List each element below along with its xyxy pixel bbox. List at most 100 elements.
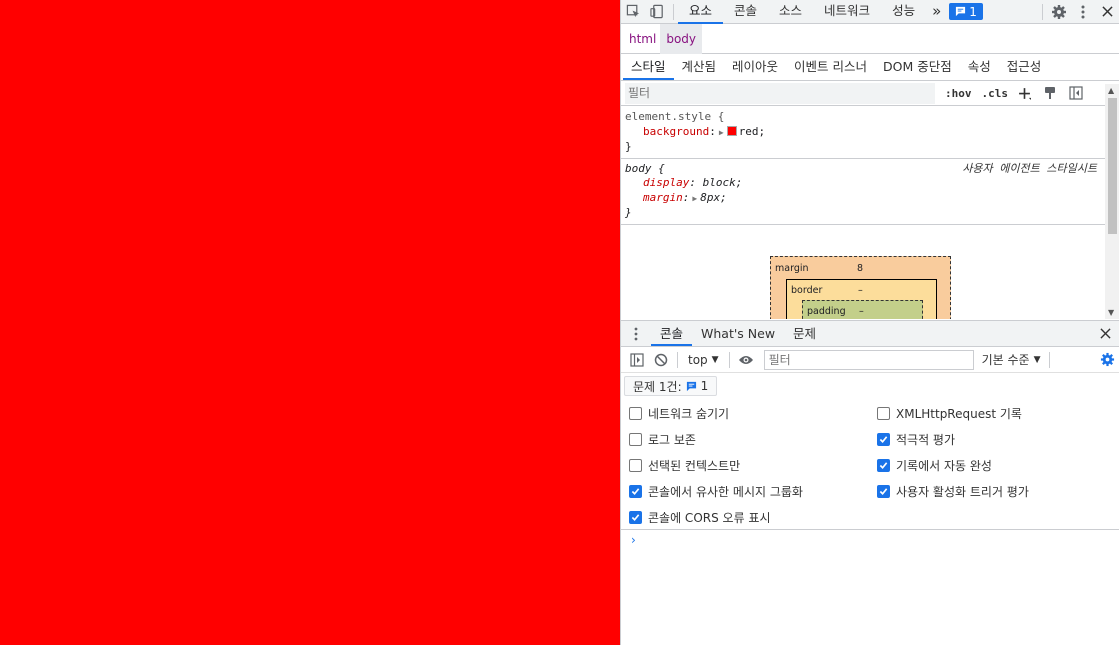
console-settings: 네트워크 숨기기 로그 보존 선택된 컨텍스트만 콘솔에서 유사한 메시지 그룹… xyxy=(621,400,1119,530)
checkbox-box[interactable] xyxy=(629,458,642,472)
context-selector[interactable]: top ▼ xyxy=(682,353,725,367)
tab-properties[interactable]: 속성 xyxy=(960,54,999,80)
styles-scrollbar[interactable]: ▲ ▼ xyxy=(1105,84,1119,319)
checkbox-autocomplete-history[interactable]: 기록에서 자동 완성 xyxy=(877,455,992,475)
toolbar-divider xyxy=(728,351,730,368)
border-value[interactable]: – xyxy=(858,285,863,296)
checkbox-box[interactable] xyxy=(877,484,890,498)
checkbox-log-xhr[interactable]: XMLHttpRequest 기록 xyxy=(877,403,1022,423)
console-prompt[interactable]: › xyxy=(631,533,636,547)
checkbox-box[interactable] xyxy=(877,406,890,420)
checkbox-eager-evaluation[interactable]: 적극적 평가 xyxy=(877,429,955,449)
cls-toggle[interactable]: .cls xyxy=(982,87,1009,100)
devtools-panel: 요소 콘솔 소스 네트워크 성능 » 1 html body 스타일 계산됨 레… xyxy=(620,0,1119,645)
message-icon xyxy=(686,381,696,391)
tab-event-listeners[interactable]: 이벤트 리스너 xyxy=(786,54,875,80)
box-model-border[interactable]: border – padding – xyxy=(786,279,937,319)
css-property[interactable]: background xyxy=(643,125,709,138)
clear-console-icon[interactable] xyxy=(649,348,673,372)
dom-breadcrumb: html body xyxy=(621,23,1119,54)
drawer-tab-whats-new[interactable]: What's New xyxy=(692,321,784,346)
drawer-tabs: 콘솔 What's New 문제 xyxy=(621,320,1119,347)
margin-value[interactable]: 8 xyxy=(857,263,863,274)
console-settings-gear-icon[interactable] xyxy=(1095,348,1119,372)
breadcrumb-body[interactable]: body xyxy=(660,23,703,54)
scroll-down-icon[interactable]: ▼ xyxy=(1108,308,1114,317)
tab-dom-breakpoints[interactable]: DOM 중단점 xyxy=(875,54,960,80)
checkbox-box[interactable] xyxy=(629,484,642,498)
checkbox-hide-network[interactable]: 네트워크 숨기기 xyxy=(629,403,729,423)
live-expression-eye-icon[interactable] xyxy=(734,348,758,372)
box-model-diagram: margin 8 border – padding – xyxy=(770,256,951,319)
toggle-sidebar-icon[interactable] xyxy=(1066,83,1086,103)
tab-accessibility[interactable]: 접근성 xyxy=(999,54,1050,80)
checkbox-preserve-log[interactable]: 로그 보존 xyxy=(629,429,696,449)
styles-filter-input[interactable] xyxy=(625,82,935,104)
checkbox-box[interactable] xyxy=(629,432,642,446)
border-label: border xyxy=(791,285,823,296)
tab-sources[interactable]: 소스 xyxy=(768,0,813,24)
checkbox-show-cors-errors[interactable]: 콘솔에 CORS 오류 표시 xyxy=(629,507,771,527)
show-sidebar-icon[interactable] xyxy=(625,348,649,372)
css-property: display xyxy=(643,176,690,189)
rule-close-brace: } xyxy=(625,206,632,219)
checkbox-label: 사용자 활성화 트리거 평가 xyxy=(896,484,1029,499)
elements-subtabs: 스타일 계산됨 레이아웃 이벤트 리스너 DOM 중단점 속성 접근성 xyxy=(621,54,1119,81)
issues-label: 문제 1건: xyxy=(633,379,682,394)
drawer-tab-console[interactable]: 콘솔 xyxy=(651,321,693,346)
css-value: 8px; xyxy=(700,190,727,204)
issues-count: 1 xyxy=(969,4,977,19)
device-toolbar-icon[interactable] xyxy=(645,0,669,24)
kebab-menu-icon[interactable] xyxy=(1071,0,1095,24)
tab-performance[interactable]: 성능 xyxy=(881,0,926,24)
tab-console[interactable]: 콘솔 xyxy=(723,0,768,24)
close-devtools-icon[interactable] xyxy=(1095,0,1119,24)
console-filter-input[interactable] xyxy=(763,349,974,370)
drawer-menu-icon[interactable] xyxy=(621,321,651,346)
paint-brush-icon[interactable] xyxy=(1040,83,1060,103)
context-value: top xyxy=(688,352,708,367)
checkbox-label: 네트워크 숨기기 xyxy=(648,406,730,421)
checkbox-box[interactable] xyxy=(877,432,890,446)
checkbox-selected-context-only[interactable]: 선택된 컨텍스트만 xyxy=(629,455,740,475)
scrollbar-thumb[interactable] xyxy=(1108,98,1117,234)
settings-gear-icon[interactable] xyxy=(1047,0,1071,24)
checkbox-box[interactable] xyxy=(629,406,642,420)
tab-styles[interactable]: 스타일 xyxy=(623,54,674,80)
add-rule-icon[interactable] xyxy=(1014,83,1034,103)
inspect-element-icon[interactable] xyxy=(621,0,645,24)
css-declaration[interactable]: background: ▶ red; xyxy=(625,125,1115,141)
drawer-tab-issues[interactable]: 문제 xyxy=(784,321,825,346)
devtools-toolbar: 요소 콘솔 소스 네트워크 성능 » 1 xyxy=(621,0,1119,24)
tab-network[interactable]: 네트워크 xyxy=(813,0,881,24)
close-drawer-icon[interactable] xyxy=(1091,321,1119,346)
styles-pane: element.style { background: ▶ red; } body … xyxy=(621,107,1119,319)
checkbox-box[interactable] xyxy=(877,458,890,472)
hov-toggle[interactable]: :hov xyxy=(945,87,972,100)
expand-triangle-icon[interactable]: ▶ xyxy=(692,194,697,203)
breadcrumb-html[interactable]: html xyxy=(625,32,660,46)
toolbar-divider xyxy=(677,351,678,368)
checkbox-group-similar[interactable]: 콘솔에서 유사한 메시지 그룹화 xyxy=(629,481,803,501)
log-levels-dropdown[interactable]: 기본 수준 ▼ xyxy=(982,351,1041,368)
issues-counter-button[interactable]: 문제 1건: 1 xyxy=(624,376,718,396)
checkbox-user-activation-eval[interactable]: 사용자 활성화 트리거 평가 xyxy=(877,481,1029,501)
checkbox-box[interactable] xyxy=(629,510,642,524)
checkbox-label: 콘솔에 CORS 오류 표시 xyxy=(648,510,771,525)
toolbar-divider xyxy=(1042,3,1043,20)
issues-count: 1 xyxy=(700,379,709,393)
scroll-up-icon[interactable]: ▲ xyxy=(1108,86,1114,95)
tab-layout[interactable]: 레이아웃 xyxy=(724,54,786,80)
box-model-padding[interactable]: padding – xyxy=(802,300,923,319)
issues-badge[interactable]: 1 xyxy=(949,3,983,20)
tab-elements[interactable]: 요소 xyxy=(678,0,724,24)
rule-origin: 사용자 에이전트 스타일시트 xyxy=(962,161,1097,175)
expand-triangle-icon[interactable]: ▶ xyxy=(719,128,724,137)
box-model-margin[interactable]: margin 8 border – padding – xyxy=(770,256,951,319)
color-swatch[interactable] xyxy=(726,125,737,136)
log-levels-label: 기본 수준 xyxy=(981,353,1030,367)
css-value[interactable]: red; xyxy=(739,125,766,138)
tab-computed[interactable]: 계산됨 xyxy=(674,54,725,80)
padding-value[interactable]: – xyxy=(859,306,864,317)
more-tabs-button[interactable]: » xyxy=(926,0,947,24)
